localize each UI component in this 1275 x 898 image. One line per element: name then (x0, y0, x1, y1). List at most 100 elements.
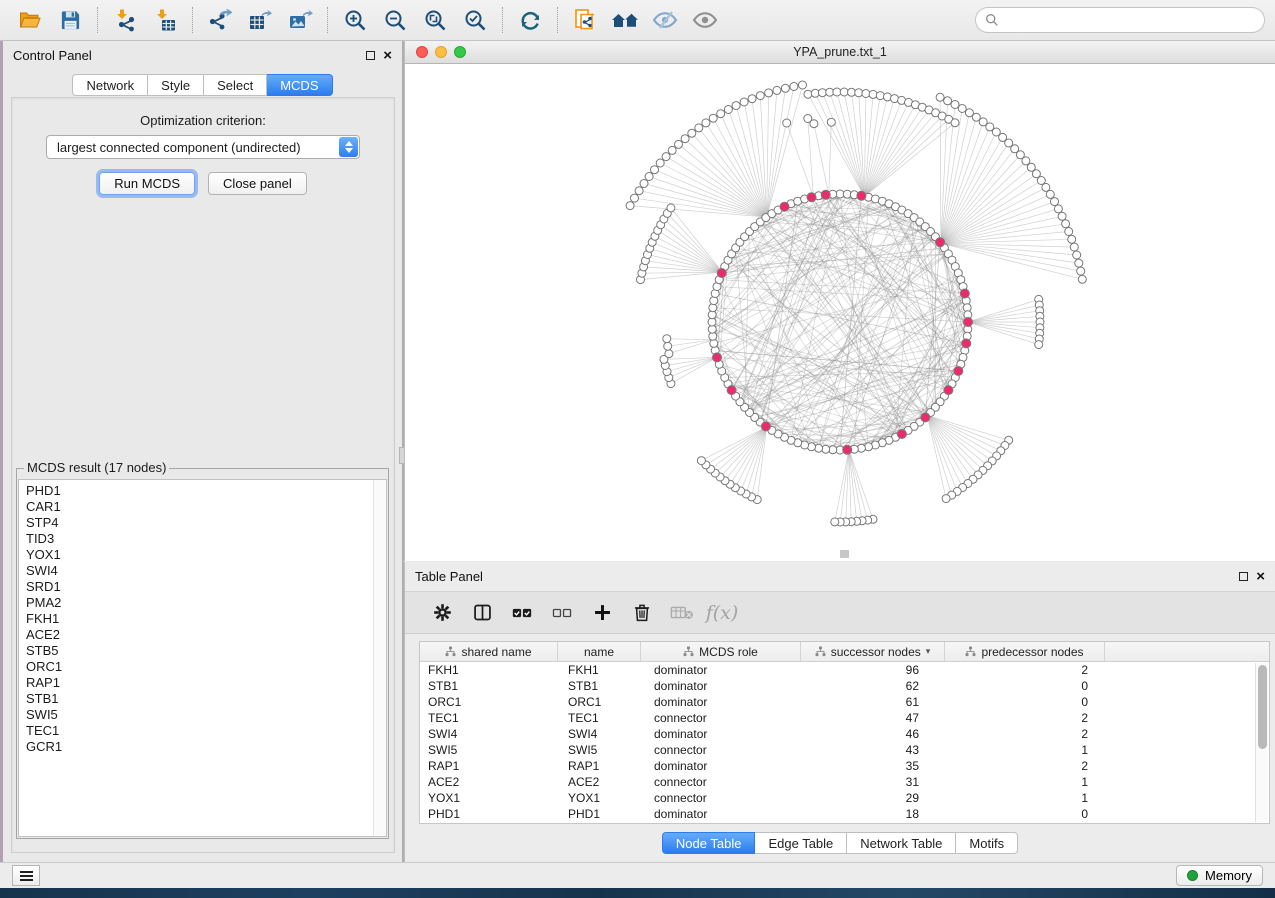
search-input[interactable] (1004, 12, 1255, 28)
import-network-icon[interactable] (108, 5, 142, 35)
table-cell: 62 (800, 679, 944, 693)
table-cell: PHD1 (420, 807, 557, 821)
tab-motifs[interactable]: Motifs (956, 832, 1018, 854)
table-row[interactable]: RAP1RAP1dominator352 (420, 758, 1255, 774)
table-body: FKH1FKH1dominator962STB1STB1dominator620… (420, 662, 1255, 823)
close-panel-button[interactable]: Close panel (208, 172, 307, 195)
column-header-predecessor-nodes[interactable]: predecessor nodes (944, 642, 1104, 661)
canvas-scroll-handle[interactable] (840, 550, 849, 558)
list-item[interactable]: STP4 (26, 515, 386, 531)
tab-node-table[interactable]: Node Table (662, 832, 756, 854)
list-item[interactable]: ORC1 (26, 659, 386, 675)
delete-columns-icon (667, 598, 697, 628)
network-canvas[interactable] (405, 64, 1275, 560)
column-header-name[interactable]: name (557, 642, 640, 661)
tab-network[interactable]: Network (72, 74, 148, 96)
show-all-icon[interactable] (688, 5, 722, 35)
float-table-panel-icon[interactable] (1239, 572, 1248, 581)
tab-select[interactable]: Select (204, 74, 267, 96)
tab-edge-table[interactable]: Edge Table (755, 832, 847, 854)
criterion-dropdown[interactable]: largest connected component (undirected) (46, 135, 360, 159)
table-cell: SWI4 (557, 727, 640, 741)
mcds-result-list[interactable]: PHD1CAR1STP4TID3YOX1SWI4SRD1PMA2FKH1ACE2… (18, 479, 387, 837)
list-item[interactable]: FKH1 (26, 611, 386, 627)
table-scrollbar[interactable] (1255, 663, 1268, 822)
column-type-icon (445, 646, 456, 657)
list-item[interactable]: PHD1 (26, 483, 386, 499)
table-row[interactable]: ORC1ORC1dominator610 (420, 694, 1255, 710)
table-cell: 46 (800, 727, 944, 741)
zoom-selected-icon[interactable] (458, 5, 492, 35)
column-header-successor-nodes[interactable]: successor nodes▾ (800, 642, 944, 661)
delete-row-icon[interactable] (627, 598, 657, 628)
list-item[interactable]: GCR1 (26, 739, 386, 755)
memory-button[interactable]: Memory (1176, 865, 1263, 886)
table-cell: FKH1 (420, 663, 557, 677)
task-history-icon[interactable] (12, 865, 40, 886)
toolbar-separator (192, 7, 193, 33)
table-row[interactable]: STB1STB1dominator620 (420, 678, 1255, 694)
table-cell: dominator (640, 695, 800, 709)
status-bar: Memory (0, 862, 1275, 888)
table-row[interactable]: FKH1FKH1dominator962 (420, 662, 1255, 678)
close-table-panel-icon[interactable]: × (1256, 572, 1265, 581)
list-item[interactable]: TEC1 (26, 723, 386, 739)
list-item[interactable]: STB1 (26, 691, 386, 707)
table-row[interactable]: ACE2ACE2connector311 (420, 774, 1255, 790)
toolbar-separator (97, 7, 98, 33)
zoom-out-icon[interactable] (378, 5, 412, 35)
table-row[interactable]: PHD1PHD1dominator180 (420, 806, 1255, 822)
list-item[interactable]: SWI4 (26, 563, 386, 579)
export-image-icon[interactable] (283, 5, 317, 35)
hide-selected-icon[interactable] (648, 5, 682, 35)
network-graph[interactable] (405, 64, 1275, 560)
list-item[interactable]: RAP1 (26, 675, 386, 691)
table-cell: SWI5 (557, 743, 640, 757)
list-item[interactable]: CAR1 (26, 499, 386, 515)
table-row[interactable]: TEC1TEC1connector472 (420, 710, 1255, 726)
import-table-icon[interactable] (148, 5, 182, 35)
table-row[interactable]: YOX1YOX1connector291 (420, 790, 1255, 806)
mcds-list-scrollbar[interactable] (373, 480, 386, 836)
clone-network-icon[interactable] (568, 5, 602, 35)
column-header-shared-name[interactable]: shared name (420, 642, 557, 661)
table-row[interactable]: SWI4SWI4dominator462 (420, 726, 1255, 742)
table-cell: ORC1 (420, 695, 557, 709)
table-scrollbar-thumb[interactable] (1258, 665, 1267, 749)
export-table-icon[interactable] (243, 5, 277, 35)
deselect-all-icon[interactable] (547, 598, 577, 628)
list-item[interactable]: YOX1 (26, 547, 386, 563)
open-file-icon[interactable] (13, 5, 47, 35)
split-panel-icon[interactable] (467, 598, 497, 628)
table-row[interactable]: SWI5SWI5connector431 (420, 742, 1255, 758)
network-titlebar: YPA_prune.txt_1 (405, 41, 1275, 64)
first-neighbors-icon[interactable] (608, 5, 642, 35)
tab-mcds[interactable]: MCDS (267, 74, 332, 96)
list-item[interactable]: STB5 (26, 643, 386, 659)
table-header: shared namenameMCDS rolesuccessor nodes▾… (420, 642, 1269, 662)
list-item[interactable]: TID3 (26, 531, 386, 547)
search-icon (985, 13, 999, 27)
zoom-in-icon[interactable] (338, 5, 372, 35)
table-cell: RAP1 (420, 759, 557, 773)
list-item[interactable]: SRD1 (26, 579, 386, 595)
tab-style[interactable]: Style (148, 74, 204, 96)
zoom-fit-icon[interactable] (418, 5, 452, 35)
close-panel-icon[interactable]: × (383, 51, 392, 60)
run-mcds-button[interactable]: Run MCDS (99, 172, 195, 195)
settings-icon[interactable] (427, 598, 457, 628)
add-row-icon[interactable] (587, 598, 617, 628)
memory-label: Memory (1205, 868, 1252, 883)
column-header-mcds-role[interactable]: MCDS role (640, 642, 800, 661)
float-panel-icon[interactable] (366, 51, 375, 60)
toolbar-separator (557, 7, 558, 33)
tab-network-table[interactable]: Network Table (847, 832, 956, 854)
list-item[interactable]: ACE2 (26, 627, 386, 643)
save-session-icon[interactable] (53, 5, 87, 35)
select-all-icon[interactable] (507, 598, 537, 628)
export-network-icon[interactable] (203, 5, 237, 35)
refresh-icon[interactable] (513, 5, 547, 35)
list-item[interactable]: SWI5 (26, 707, 386, 723)
table-cell: YOX1 (420, 791, 557, 805)
list-item[interactable]: PMA2 (26, 595, 386, 611)
